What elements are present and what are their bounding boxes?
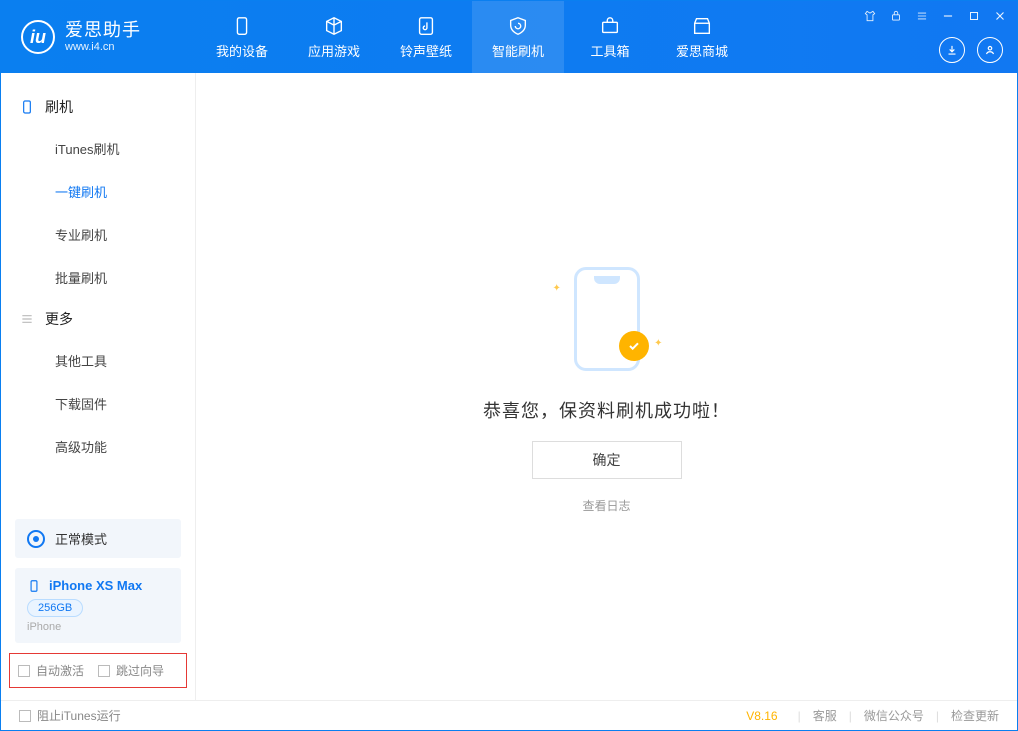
logo: iu 爱思助手 www.i4.cn (1, 1, 196, 73)
sidebar-item-advanced[interactable]: 高级功能 (1, 425, 195, 468)
tab-apps-games[interactable]: 应用游戏 (288, 1, 380, 73)
tab-label: 我的设备 (216, 41, 268, 60)
device-icon (231, 15, 253, 37)
title-bar: iu 爱思助手 www.i4.cn 我的设备 应用游戏 铃声壁纸 智能刷机 工具… (1, 1, 1017, 73)
sidebar-item-batch-flash[interactable]: 批量刷机 (1, 256, 195, 299)
device-name-label: iPhone XS Max (49, 578, 142, 593)
ok-button[interactable]: 确定 (532, 441, 682, 479)
store-icon (691, 15, 713, 37)
window-controls (861, 7, 1009, 25)
logo-icon: iu (21, 20, 55, 54)
lock-icon[interactable] (887, 7, 905, 25)
app-name: 爱思助手 (65, 21, 141, 41)
list-icon (19, 311, 35, 327)
shirt-icon[interactable] (861, 7, 879, 25)
tab-label: 应用游戏 (308, 41, 360, 60)
checkbox-icon (19, 710, 31, 722)
section-title: 刷机 (45, 97, 73, 117)
cube-icon (323, 15, 345, 37)
device-phone-icon (27, 579, 41, 593)
sidebar: 刷机 iTunes刷机 一键刷机 专业刷机 批量刷机 更多 其他工具 下载固件 … (1, 73, 196, 700)
tab-smart-flash[interactable]: 智能刷机 (472, 1, 564, 73)
main-content: ✦ ✦ ✦ 恭喜您，保资料刷机成功啦！ 确定 查看日志 (196, 73, 1017, 700)
menu-icon[interactable] (913, 7, 931, 25)
mode-indicator-icon (27, 530, 45, 548)
toolbox-icon (599, 15, 621, 37)
nav-tabs: 我的设备 应用游戏 铃声壁纸 智能刷机 工具箱 爱思商城 (196, 1, 748, 73)
checkbox-label: 跳过向导 (116, 662, 164, 679)
refresh-shield-icon (507, 15, 529, 37)
success-check-icon (619, 331, 649, 361)
success-message: 恭喜您，保资料刷机成功啦！ (483, 397, 730, 423)
maximize-icon[interactable] (965, 7, 983, 25)
phone-icon (19, 99, 35, 115)
checkbox-icon (18, 665, 30, 677)
status-bar: 阻止iTunes运行 V8.16 | 客服 | 微信公众号 | 检查更新 (1, 700, 1017, 730)
mode-card[interactable]: 正常模式 (15, 519, 181, 558)
user-button[interactable] (977, 37, 1003, 63)
checkbox-auto-activate[interactable]: 自动激活 (18, 662, 84, 679)
device-card[interactable]: iPhone XS Max 256GB iPhone (15, 568, 181, 643)
checkbox-skip-guide[interactable]: 跳过向导 (98, 662, 164, 679)
section-title: 更多 (45, 309, 73, 329)
checkbox-block-itunes[interactable]: 阻止iTunes运行 (19, 707, 121, 724)
device-storage-badge: 256GB (27, 599, 83, 617)
sidebar-item-download-firmware[interactable]: 下载固件 (1, 382, 195, 425)
download-button[interactable] (939, 37, 965, 63)
minimize-icon[interactable] (939, 7, 957, 25)
tab-store[interactable]: 爱思商城 (656, 1, 748, 73)
view-log-link[interactable]: 查看日志 (582, 497, 630, 514)
sidebar-item-other-tools[interactable]: 其他工具 (1, 339, 195, 382)
checkbox-label: 阻止iTunes运行 (37, 707, 121, 724)
sidebar-section-flash: 刷机 (1, 87, 195, 127)
app-url: www.i4.cn (65, 41, 141, 53)
tab-label: 爱思商城 (676, 41, 728, 60)
highlighted-options-box: 自动激活 跳过向导 (9, 653, 187, 688)
header-action-icons (939, 37, 1003, 63)
tab-label: 智能刷机 (492, 41, 544, 60)
success-illustration: ✦ ✦ ✦ (547, 259, 667, 379)
checkbox-icon (98, 665, 110, 677)
close-icon[interactable] (991, 7, 1009, 25)
music-file-icon (415, 15, 437, 37)
sidebar-item-pro-flash[interactable]: 专业刷机 (1, 213, 195, 256)
wechat-link[interactable]: 微信公众号 (864, 707, 924, 724)
sidebar-item-itunes-flash[interactable]: iTunes刷机 (1, 127, 195, 170)
check-update-link[interactable]: 检查更新 (951, 707, 999, 724)
tab-my-device[interactable]: 我的设备 (196, 1, 288, 73)
tab-label: 铃声壁纸 (400, 41, 452, 60)
tab-label: 工具箱 (590, 41, 629, 60)
version-label: V8.16 (746, 709, 777, 723)
device-type-label: iPhone (27, 621, 169, 633)
sidebar-section-more: 更多 (1, 299, 195, 339)
mode-label: 正常模式 (55, 529, 107, 548)
sidebar-item-oneclick-flash[interactable]: 一键刷机 (1, 170, 195, 213)
tab-ringtones-wallpapers[interactable]: 铃声壁纸 (380, 1, 472, 73)
checkbox-label: 自动激活 (36, 662, 84, 679)
support-link[interactable]: 客服 (813, 707, 837, 724)
tab-toolbox[interactable]: 工具箱 (564, 1, 656, 73)
